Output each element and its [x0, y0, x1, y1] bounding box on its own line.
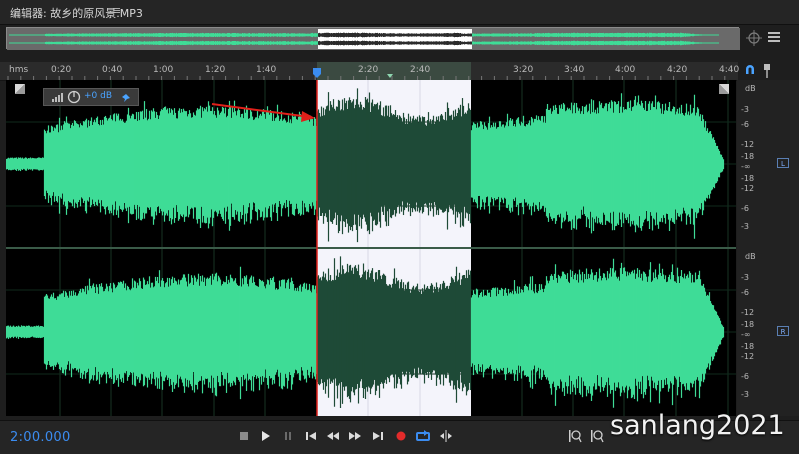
- magnet-icon[interactable]: [744, 64, 756, 76]
- skip-selection-icon[interactable]: [439, 429, 453, 443]
- go-to-start-icon[interactable]: [304, 429, 318, 443]
- pin-icon[interactable]: [762, 64, 772, 78]
- corner-toggle-icon[interactable]: [15, 84, 25, 94]
- hamburger-icon[interactable]: ≡: [112, 4, 121, 17]
- corner-toggle-icon[interactable]: [719, 84, 729, 94]
- time-ruler[interactable]: 0:20 0:40 1:00 1:20 1:40 2:20 2:40 3:20 3:40 4:00…: [0, 62, 740, 81]
- watermark-text: sanlang2021: [610, 410, 785, 441]
- playhead-marker[interactable]: [313, 68, 321, 78]
- waveform-overview[interactable]: [6, 27, 740, 50]
- hud-volume-control[interactable]: +0 dB: [43, 88, 139, 106]
- waveform-panel[interactable]: [6, 80, 736, 416]
- db-scale: dB -3 -6 -12 -18 -∞ -18 -12 -6 -3 dB -3 -6 -12 -18 -∞ -1…: [737, 80, 799, 416]
- play-icon[interactable]: [258, 429, 272, 443]
- zoom-navigator-icon[interactable]: [746, 30, 762, 46]
- volume-value[interactable]: +0 dB: [84, 91, 112, 101]
- pause-icon[interactable]: [281, 429, 295, 443]
- db-label: -18: [741, 174, 755, 183]
- channel-button[interactable]: R: [777, 326, 789, 336]
- db-label: -6: [741, 288, 749, 297]
- db-label: -3: [741, 222, 749, 231]
- db-label: -6: [741, 372, 749, 381]
- ruler-tick-label: 0:20: [51, 65, 72, 75]
- db-label: dB: [745, 252, 756, 261]
- db-label: -12: [741, 308, 755, 317]
- fast-forward-icon[interactable]: [348, 429, 362, 443]
- ruler-tick-label: 1:00: [153, 65, 174, 75]
- signal-level-icon: [52, 93, 63, 102]
- ruler-tick-label: 3:20: [513, 65, 534, 75]
- go-to-end-icon[interactable]: [371, 429, 385, 443]
- db-label: dB: [745, 84, 756, 93]
- zoom-in-amplitude-icon[interactable]: [568, 429, 582, 443]
- ruler-tick-label: 2:40: [410, 65, 431, 75]
- ruler-tick-label: 1:40: [256, 65, 277, 75]
- loop-icon[interactable]: [416, 429, 430, 443]
- record-icon[interactable]: [394, 429, 408, 443]
- db-label: -6: [741, 120, 749, 129]
- ruler-tick-label: 4:40: [719, 65, 740, 75]
- ruler-tick-label: 1:20: [205, 65, 226, 75]
- overview-selection[interactable]: [318, 29, 472, 49]
- db-label: -3: [741, 273, 749, 282]
- ruler-unit: hms: [9, 65, 29, 75]
- zoom-out-amplitude-icon[interactable]: [590, 429, 604, 443]
- rewind-icon[interactable]: [326, 429, 340, 443]
- ruler-tick-label: 0:40: [102, 65, 123, 75]
- db-label: -12: [741, 352, 755, 361]
- stop-icon[interactable]: [237, 429, 251, 443]
- pin-hud-icon: [122, 94, 130, 102]
- db-label: -18: [741, 342, 755, 351]
- editor-title: 编辑器: 故乡的原风景.MP3: [10, 7, 143, 20]
- db-label: -12: [741, 140, 755, 149]
- db-label: -3: [741, 105, 749, 114]
- channel-button[interactable]: L: [777, 158, 789, 168]
- db-label: -18: [741, 152, 755, 161]
- db-label: -∞: [741, 162, 751, 171]
- current-time[interactable]: 2:00.000: [10, 430, 71, 445]
- db-label: -3: [741, 390, 749, 399]
- ruler-tick-label: 3:40: [564, 65, 585, 75]
- db-label: -6: [741, 204, 749, 213]
- db-label: -18: [741, 320, 755, 329]
- list-icon[interactable]: [768, 31, 780, 43]
- ruler-tick-label: 4:00: [615, 65, 636, 75]
- ruler-tick-label: 4:20: [667, 65, 688, 75]
- ruler-tick-label: 2:20: [358, 65, 379, 75]
- db-label: -∞: [741, 330, 751, 339]
- db-label: -12: [741, 184, 755, 193]
